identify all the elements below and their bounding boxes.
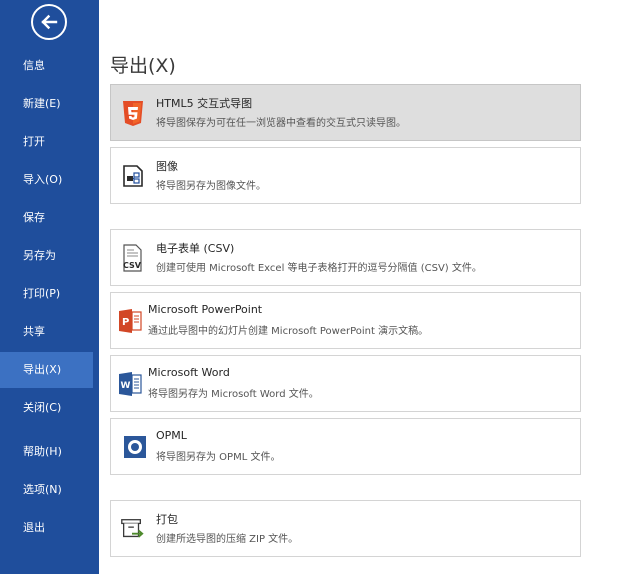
option-description: 将导图另存为 Microsoft Word 文件。 [148, 389, 319, 400]
nav-item-open[interactable]: 打开 [0, 124, 99, 160]
sidebar: 信息 新建(E) 打开 导入(O) 保存 另存为 打印(P) 共享 导出(X) … [0, 0, 99, 574]
option-description: 创建可使用 Microsoft Excel 等电子表格打开的逗号分隔值 (CSV… [156, 263, 482, 274]
main-panel: 导出(X) HTML5 交互式导图 将导图保存为可在任一浏览器中查看的交互式只读… [99, 0, 624, 574]
nav-item-close[interactable]: 关闭(C) [0, 390, 99, 426]
option-title: 电子表单 (CSV) [156, 242, 235, 255]
option-title: 打包 [156, 513, 178, 526]
option-title: Microsoft PowerPoint [148, 303, 263, 316]
nav-item-print[interactable]: 打印(P) [0, 276, 99, 312]
csv-file-icon: CSV [123, 244, 142, 272]
svg-text:CSV: CSV [123, 261, 142, 270]
page-title: 导出(X) [110, 55, 176, 77]
back-button[interactable] [31, 4, 67, 40]
package-zip-icon [121, 519, 144, 538]
nav-item-options[interactable]: 选项(N) [0, 472, 99, 508]
option-title: 图像 [156, 160, 178, 173]
export-option-csv[interactable]: CSV 电子表单 (CSV) 创建可使用 Microsoft Excel 等电子… [110, 229, 581, 286]
option-title: OPML [156, 429, 187, 442]
export-option-package[interactable]: 打包 创建所选导图的压缩 ZIP 文件。 [110, 500, 581, 557]
option-description: 将导图另存为图像文件。 [156, 181, 266, 192]
nav-item-save[interactable]: 保存 [0, 200, 99, 236]
powerpoint-icon: P [119, 309, 142, 333]
export-option-opml[interactable]: OPML 将导图另存为 OPML 文件。 [110, 418, 581, 475]
opml-icon [124, 436, 146, 458]
svg-text:P: P [122, 317, 129, 328]
nav-item-share[interactable]: 共享 [0, 314, 99, 350]
export-option-html5[interactable]: HTML5 交互式导图 将导图保存为可在任一浏览器中查看的交互式只读导图。 [110, 84, 581, 141]
image-export-icon [123, 165, 143, 187]
word-icon: W [119, 372, 142, 396]
nav-item-exit[interactable]: 退出 [0, 510, 99, 546]
nav-item-save-as[interactable]: 另存为 [0, 238, 99, 274]
option-description: 将导图另存为 OPML 文件。 [156, 452, 281, 463]
option-description: 通过此导图中的幻灯片创建 Microsoft PowerPoint 演示文稿。 [148, 326, 429, 337]
nav-item-import[interactable]: 导入(O) [0, 162, 99, 198]
svg-text:W: W [121, 381, 131, 391]
nav-item-new[interactable]: 新建(E) [0, 86, 99, 122]
back-arrow-icon [41, 14, 58, 30]
nav-item-export[interactable]: 导出(X) [0, 352, 93, 388]
option-title: HTML5 交互式导图 [156, 97, 253, 110]
option-title: Microsoft Word [148, 366, 230, 379]
nav-item-help[interactable]: 帮助(H) [0, 434, 99, 470]
export-option-word[interactable]: W Microsoft Word 将导图另存为 Microsoft Word 文… [110, 355, 581, 412]
option-description: 创建所选导图的压缩 ZIP 文件。 [156, 534, 299, 545]
html5-icon [123, 101, 143, 126]
option-description: 将导图保存为可在任一浏览器中查看的交互式只读导图。 [156, 118, 406, 129]
export-option-image[interactable]: 图像 将导图另存为图像文件。 [110, 147, 581, 204]
export-option-powerpoint[interactable]: P Microsoft PowerPoint 通过此导图中的幻灯片创建 Micr… [110, 292, 581, 349]
nav-item-info[interactable]: 信息 [0, 48, 99, 84]
